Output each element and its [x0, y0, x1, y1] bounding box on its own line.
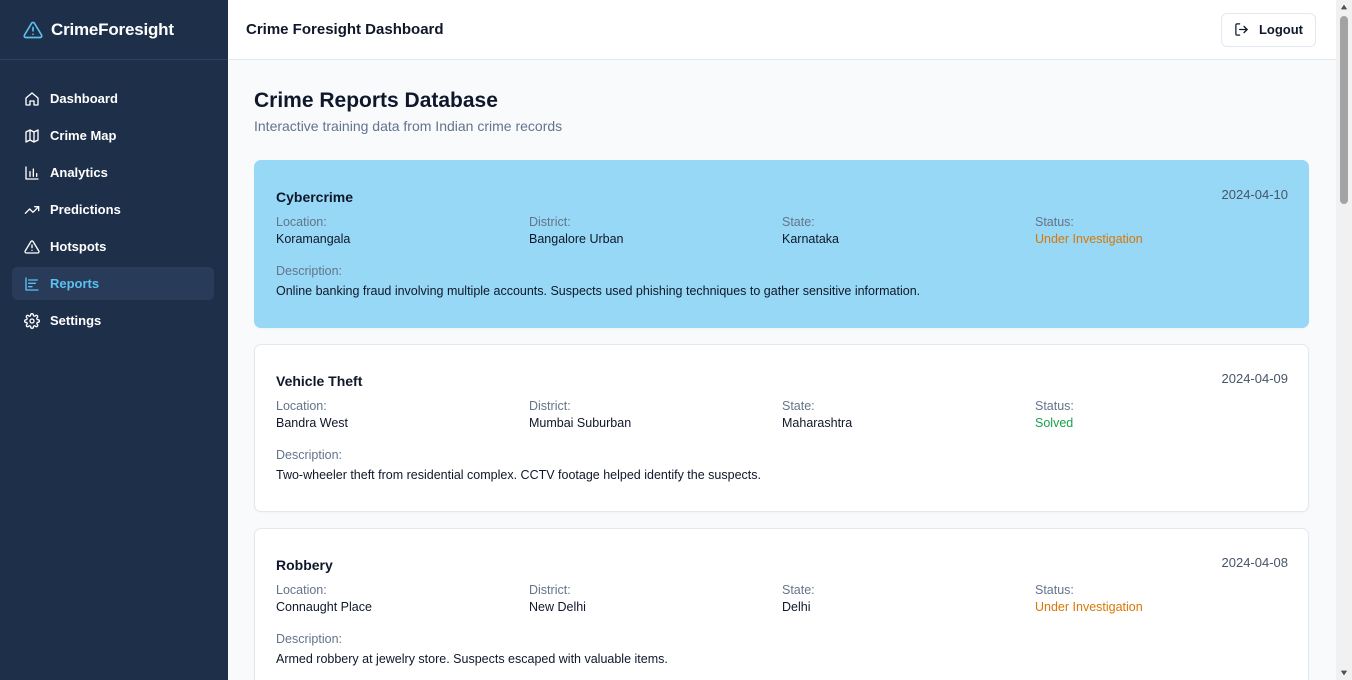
state-value: Delhi	[782, 600, 811, 614]
status-label: Status:	[1035, 215, 1074, 229]
report-type: Cybercrime	[276, 189, 354, 205]
logout-label: Logout	[1258, 22, 1303, 37]
sidebar-item-label: Crime Map	[50, 128, 117, 143]
main-content: Crime Reports Database Interactive train…	[228, 61, 1336, 680]
reports-chart-icon	[24, 276, 40, 292]
report-type: Vehicle Theft	[276, 373, 363, 389]
logout-icon	[1234, 22, 1249, 37]
scrollbar-thumb[interactable]	[1340, 16, 1348, 204]
sidebar-item-reports[interactable]: Reports	[12, 267, 214, 300]
state-value: Maharashtra	[782, 416, 853, 430]
status-value: Under Investigation	[1035, 232, 1143, 246]
location-field: Location: Connaught Place	[276, 583, 529, 614]
sidebar-item-label: Hotspots	[50, 239, 107, 254]
sidebar-item-label: Predictions	[50, 202, 121, 217]
district-value: New Delhi	[529, 600, 586, 614]
sidebar-item-hotspots[interactable]: Hotspots	[12, 230, 214, 263]
report-date: 2024-04-10	[1221, 187, 1289, 202]
brand-name: CrimeForesight	[51, 19, 174, 39]
report-card[interactable]: Cybercrime 2024-04-10 Location: Koramang…	[254, 160, 1309, 328]
page-subtitle: Interactive training data from Indian cr…	[254, 118, 563, 134]
sidebar-item-label: Analytics	[50, 165, 108, 180]
logout-button[interactable]: Logout	[1220, 12, 1316, 47]
description-label: Description:	[276, 264, 342, 278]
sidebar-item-label: Dashboard	[50, 91, 118, 106]
report-fields: Location: Bandra West District: Mumbai S…	[276, 399, 1288, 430]
state-field: State: Karnataka	[782, 215, 1035, 246]
sidebar-item-predictions[interactable]: Predictions	[12, 193, 214, 226]
sidebar-nav: Dashboard Crime Map Analytics Prediction…	[0, 60, 228, 337]
bar-chart-icon	[24, 165, 40, 181]
scroll-up-arrow-icon[interactable]	[1336, 0, 1352, 14]
status-label: Status:	[1035, 583, 1074, 597]
report-type: Robbery	[276, 557, 333, 573]
sidebar-item-settings[interactable]: Settings	[12, 304, 214, 337]
district-field: District: New Delhi	[529, 583, 782, 614]
status-field: Status: Under Investigation	[1035, 215, 1288, 246]
page-title: Crime Reports Database	[254, 89, 498, 112]
state-field: State: Delhi	[782, 583, 1035, 614]
location-label: Location:	[276, 399, 327, 413]
header: Crime Foresight Dashboard Logout	[228, 0, 1336, 60]
district-field: District: Bangalore Urban	[529, 215, 782, 246]
district-field: District: Mumbai Suburban	[529, 399, 782, 430]
trending-up-icon	[24, 202, 40, 218]
description-label: Description:	[276, 448, 342, 462]
district-label: District:	[529, 583, 571, 597]
location-field: Location: Bandra West	[276, 399, 529, 430]
location-label: Location:	[276, 583, 327, 597]
location-value: Connaught Place	[276, 600, 372, 614]
header-title: Crime Foresight Dashboard	[246, 21, 444, 38]
location-value: Koramangala	[276, 232, 351, 246]
sidebar-item-dashboard[interactable]: Dashboard	[12, 82, 214, 115]
state-label: State:	[782, 399, 815, 413]
report-fields: Location: Connaught Place District: New …	[276, 583, 1288, 614]
location-field: Location: Koramangala	[276, 215, 529, 246]
page-scrollbar[interactable]	[1336, 0, 1352, 680]
gear-icon	[24, 312, 40, 329]
brand[interactable]: CrimeForesight	[0, 0, 228, 60]
report-fields: Location: Koramangala District: Bangalor…	[276, 215, 1288, 246]
home-icon	[24, 91, 40, 107]
report-card[interactable]: Robbery 2024-04-08 Location: Connaught P…	[254, 528, 1309, 680]
sidebar-item-label: Reports	[50, 276, 100, 291]
description-label: Description:	[276, 632, 342, 646]
district-value: Mumbai Suburban	[529, 416, 632, 430]
map-icon	[24, 128, 40, 144]
status-value: Solved	[1035, 416, 1074, 430]
reports-list: Cybercrime 2024-04-10 Location: Koramang…	[254, 160, 1309, 680]
sidebar-item-label: Settings	[50, 313, 102, 328]
sidebar-item-analytics[interactable]: Analytics	[12, 156, 214, 189]
description-text: Two-wheeler theft from residential compl…	[276, 468, 761, 482]
alert-triangle-icon	[24, 239, 40, 255]
state-field: State: Maharashtra	[782, 399, 1035, 430]
state-label: State:	[782, 215, 815, 229]
state-label: State:	[782, 583, 815, 597]
location-label: Location:	[276, 215, 327, 229]
scroll-down-arrow-icon[interactable]	[1336, 666, 1352, 680]
status-value: Under Investigation	[1035, 600, 1143, 614]
status-field: Status: Under Investigation	[1035, 583, 1288, 614]
status-field: Status: Solved	[1035, 399, 1288, 430]
location-value: Bandra West	[276, 416, 349, 430]
district-label: District:	[529, 399, 571, 413]
report-date: 2024-04-09	[1221, 371, 1289, 386]
description-text: Online banking fraud involving multiple …	[276, 284, 921, 298]
sidebar-item-crime-map[interactable]: Crime Map	[12, 119, 214, 152]
state-value: Karnataka	[782, 232, 839, 246]
sidebar: CrimeForesight Dashboard Crime Map Analy…	[0, 0, 228, 680]
district-value: Bangalore Urban	[529, 232, 624, 246]
description-text: Armed robbery at jewelry store. Suspects…	[276, 652, 668, 666]
report-card[interactable]: Vehicle Theft 2024-04-09 Location: Bandr…	[254, 344, 1309, 512]
report-date: 2024-04-08	[1221, 555, 1289, 570]
status-label: Status:	[1035, 399, 1074, 413]
alert-triangle-icon	[23, 20, 43, 40]
district-label: District:	[529, 215, 571, 229]
